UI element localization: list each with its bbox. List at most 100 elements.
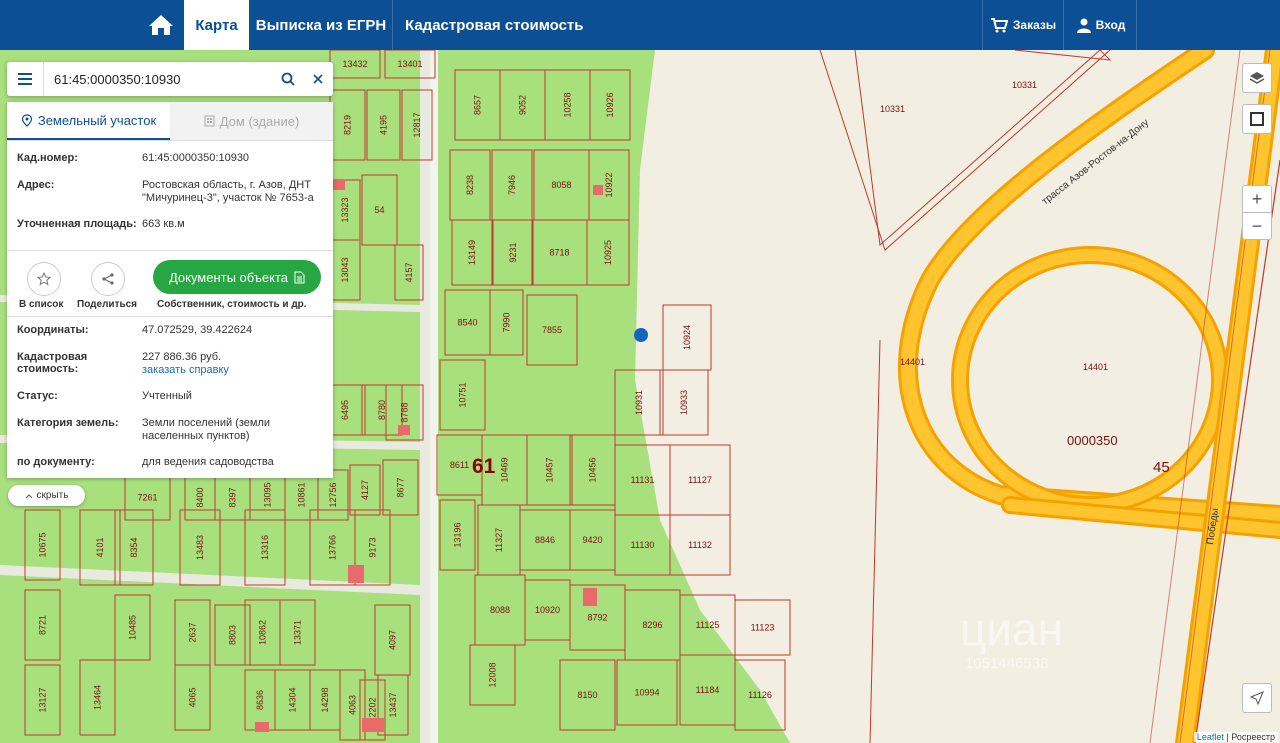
building [593, 185, 603, 195]
parcel-number-label: 8354 [129, 537, 139, 557]
tab-land-plot[interactable]: Земельный участок [7, 102, 170, 140]
parcel-number-label: 13323 [340, 197, 350, 222]
parcel-number-label: 11125 [696, 620, 720, 630]
parcel-number-label: 10456 [588, 457, 598, 482]
orders-label: Заказы [1012, 18, 1057, 32]
parcel-number-label: 9173 [368, 537, 378, 557]
parcel-number-label: 10457 [545, 457, 555, 482]
nav-cadastral-value[interactable]: Кадастровая стоимость [393, 0, 595, 50]
nav-egrn-extract[interactable]: Выписка из ЕГРН [250, 0, 393, 50]
parcel-number-label: 9052 [518, 95, 528, 115]
parcel-number-label: 13196 [453, 522, 463, 547]
land-category-value: Земли поселений (земли населенных пункто… [142, 417, 271, 442]
building [333, 180, 345, 190]
zoom-out-button[interactable]: − [1242, 212, 1272, 240]
parcel-number-label: 13437 [388, 692, 398, 717]
parcel-number-label: 13043 [340, 257, 350, 282]
parcel-number-label: 4195 [379, 115, 389, 135]
parcel-number-label: 54 [374, 205, 384, 215]
add-to-list-label: В список [19, 299, 64, 310]
field-label: Уточненная площадь: [17, 218, 137, 230]
parcel-number-label: 8846 [535, 535, 555, 545]
permitted-use-value: для ведения садоводства [142, 456, 274, 468]
parcel-number-label: 10469 [500, 457, 510, 482]
parcel-number-label: 2637 [188, 622, 198, 642]
parcel-number-label: 11184 [696, 685, 720, 695]
zoom-in-button[interactable]: + [1242, 185, 1272, 213]
navigation-arrow-icon [1250, 691, 1264, 705]
parcel-number-label: 8677 [396, 477, 406, 497]
object-documents-button[interactable]: Документы объекта [153, 260, 321, 294]
parcel-number-label: 10920 [535, 605, 560, 615]
source-label: Росреестр [1231, 732, 1275, 742]
parcel-number-label: 8400 [195, 487, 205, 507]
order-certificate-link[interactable]: заказать справку [142, 364, 323, 377]
login-button[interactable]: Вход [1066, 0, 1137, 50]
field-label: Кад.номер: [17, 152, 78, 164]
nav-map[interactable]: Карта [184, 0, 249, 50]
map-pin-icon [21, 113, 32, 127]
home-button[interactable] [138, 0, 184, 50]
orders-button[interactable]: Заказы [982, 0, 1064, 50]
layers-button[interactable] [1242, 63, 1272, 93]
parcel-number-label: 7990 [502, 312, 512, 332]
parcel-number-label: 8636 [255, 690, 265, 710]
parcel-number-label: 4063 [348, 695, 358, 715]
parcel-number-label: 10862 [258, 620, 268, 645]
close-icon [313, 74, 323, 84]
hide-card-button[interactable]: скрыть [8, 485, 85, 506]
parcel-info-card: Земельный участок Дом (здание) Кад.номер… [7, 102, 333, 478]
frame-button[interactable] [1242, 104, 1272, 134]
row-permitted-use: по документу: для ведения садоводства [17, 456, 323, 469]
parcel-number-label: 11127 [688, 475, 712, 485]
parcel-number-label: 10751 [458, 382, 468, 407]
share-button[interactable] [91, 262, 125, 296]
field-label: Статус: [17, 390, 58, 402]
add-to-list-button[interactable] [27, 262, 61, 296]
layers-icon [1249, 72, 1265, 84]
parcel-number-label: 8088 [490, 605, 510, 615]
quarter-label: 0000350 [1067, 433, 1118, 448]
parcel-number-label: 10861 [297, 482, 307, 507]
parcel-number-label: 6495 [340, 400, 350, 420]
parcel-number-label: 13371 [293, 620, 303, 645]
row-area: Уточненная площадь: 663 кв.м [17, 218, 323, 231]
parcel-number-label: 8238 [465, 175, 475, 195]
parcel-number-label: 13149 [467, 240, 477, 265]
tab-house[interactable]: Дом (здание) [170, 102, 333, 140]
search-input[interactable]: 61:45:0000350:10930 [44, 72, 273, 87]
row-coordinates: Координаты: 47.072529, 39.422624 [17, 324, 323, 337]
status-value: Учтенный [142, 390, 192, 402]
user-icon [1076, 18, 1091, 33]
search-button[interactable] [273, 62, 303, 96]
field-label: по документу: [17, 456, 95, 468]
quarter-label: 14401 [1083, 362, 1108, 372]
parcel-number-label: 12008 [488, 662, 498, 687]
cadastral-number-link[interactable]: 61:45:0000350:10930 [142, 152, 323, 165]
building [362, 718, 384, 732]
row-address: Адрес: Ростовская область, г. Азов, ДНТ … [17, 179, 323, 205]
parcel-number-label: 13095 [263, 482, 273, 507]
home-icon [149, 15, 173, 35]
parcel-number-label: 10485 [128, 615, 138, 640]
field-label: Адрес: [17, 179, 55, 191]
parcel-number-label: 11131 [631, 475, 655, 485]
parcel-number-label: 10994 [634, 688, 659, 698]
clear-search-button[interactable] [303, 62, 333, 96]
locate-button[interactable] [1242, 683, 1272, 713]
menu-button[interactable] [7, 62, 44, 96]
parcel-number-label: 11327 [494, 528, 504, 552]
parcel-number-label: 7261 [137, 493, 157, 503]
leaflet-link[interactable]: Leaflet [1197, 732, 1224, 742]
info-tabs: Земельный участок Дом (здание) [7, 102, 333, 141]
parcel-number-label: 4101 [95, 537, 105, 557]
actions-bar: В список Поделиться Документы объекта Со… [7, 252, 333, 316]
search-bar: 61:45:0000350:10930 [7, 62, 333, 96]
parcel-number-label: 13316 [260, 535, 270, 560]
parcel-number-label: 4157 [404, 262, 414, 282]
parcel-number-label: 13483 [195, 535, 205, 560]
parcel-number-label: 8792 [587, 613, 607, 623]
parcel-number-label: 8058 [551, 180, 571, 190]
parcel-number-label: 12756 [328, 482, 338, 507]
parcel-number-label: 8718 [549, 248, 569, 258]
